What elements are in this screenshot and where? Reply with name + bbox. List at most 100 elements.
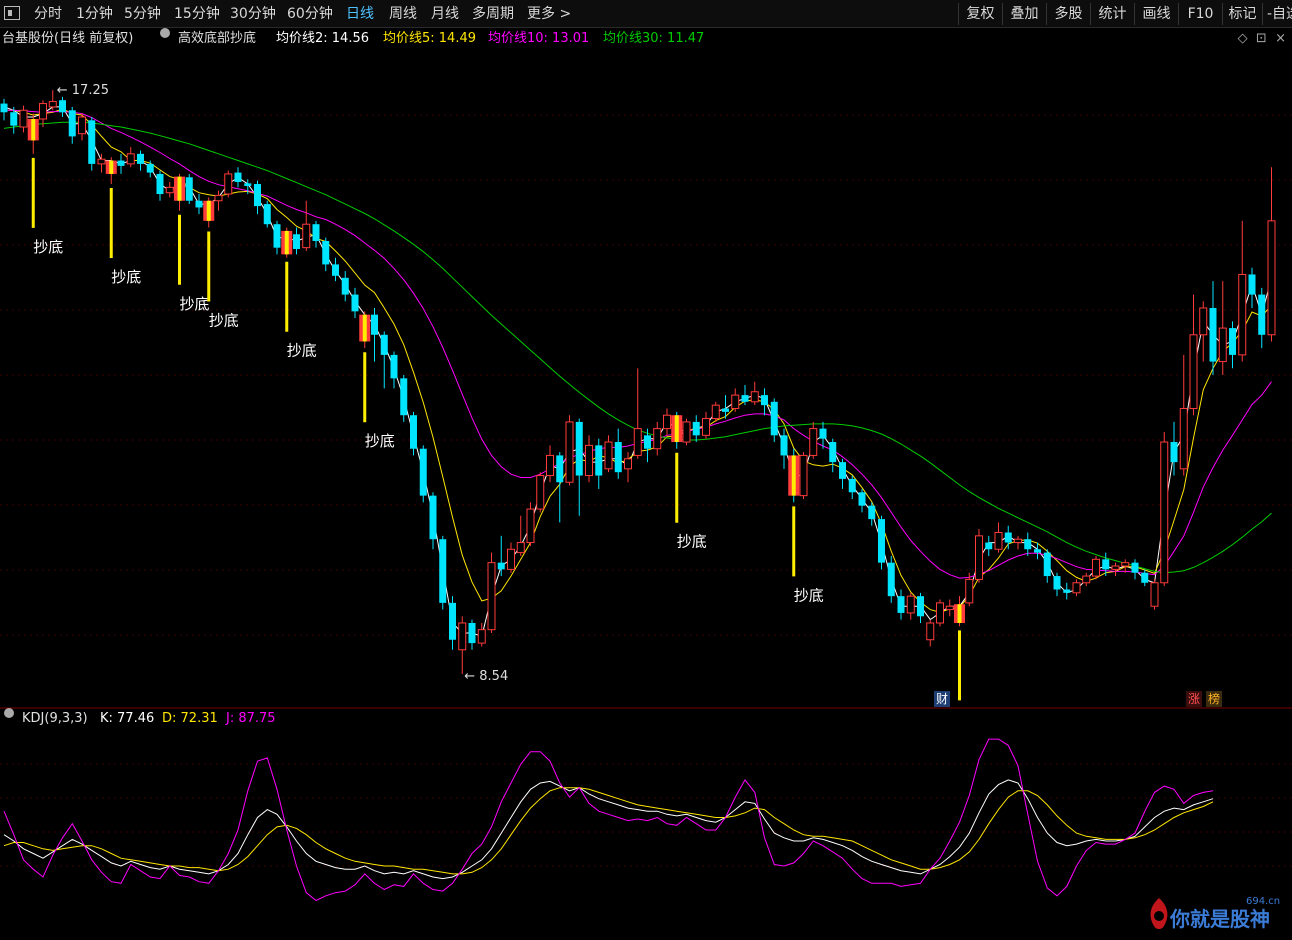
candle-body — [624, 458, 632, 470]
candle-body — [936, 602, 944, 624]
candle-body — [351, 294, 359, 312]
candlestick-chart: 抄底抄底抄底抄底抄底抄底抄底抄底抄底← 17.25← 8.54 — [0, 83, 1292, 709]
candle-body — [1072, 582, 1081, 594]
candle-body — [429, 495, 437, 540]
period-tab-more[interactable]: 更多 > — [527, 4, 571, 24]
candle-body — [1082, 575, 1091, 584]
period-tab-60min[interactable]: 60分钟 — [287, 4, 333, 24]
fuquan-button[interactable]: 复权 — [958, 3, 1002, 25]
candle-body — [761, 395, 768, 406]
kdj-j-value: J: 87.75 — [226, 711, 276, 726]
limit-up-badge[interactable]: 涨 — [1186, 691, 1203, 707]
candle-body — [682, 421, 691, 443]
period-tab-1min[interactable]: 1分钟 — [76, 4, 113, 24]
signal-label: 抄底 — [180, 295, 210, 313]
candle-body — [1004, 532, 1012, 543]
candle-body — [390, 354, 398, 379]
signal-label: 抄底 — [33, 238, 63, 256]
candle-body — [604, 441, 613, 470]
candle-body — [341, 277, 349, 295]
candle-body — [1092, 558, 1100, 577]
candle-body — [1024, 539, 1032, 550]
candle-body — [458, 622, 467, 651]
candle-body — [575, 421, 583, 476]
watermark-site: 694.cn — [1246, 896, 1281, 907]
candle-body — [185, 177, 193, 201]
candle-body — [497, 562, 505, 570]
candle-body — [1160, 441, 1169, 584]
candle-body — [799, 454, 808, 497]
candle-body — [487, 562, 496, 631]
period-toolbar: 分时 1分钟 5分钟 15分钟 30分钟 60分钟 日线 周线 月线 多周期 更… — [0, 0, 1292, 28]
candle-body — [0, 103, 8, 113]
candle-body — [224, 173, 233, 195]
close-icon[interactable]: × — [1275, 31, 1286, 46]
candle-body — [165, 186, 174, 194]
signal-candle-core — [284, 230, 289, 255]
signal-label: 抄底 — [287, 342, 317, 360]
candle-body — [68, 110, 76, 137]
candle-body — [1218, 327, 1227, 363]
ranking-badge[interactable]: 榜 — [1206, 691, 1223, 707]
signal-label: 抄底 — [794, 586, 824, 604]
multi-stock-button[interactable]: 多股 — [1046, 3, 1090, 25]
candle-body — [1267, 220, 1276, 336]
candle-body — [1131, 562, 1139, 573]
candle-body — [994, 532, 1003, 550]
candle-body — [273, 224, 281, 248]
candle-body — [1034, 549, 1041, 553]
candle-body — [711, 404, 720, 420]
diamond-icon[interactable]: ◇ — [1238, 31, 1248, 46]
stats-button[interactable]: 统计 — [1090, 3, 1134, 25]
period-tab-fenshi[interactable]: 分时 — [34, 4, 62, 24]
candle-body — [410, 415, 417, 449]
signal-label: 抄底 — [365, 432, 395, 450]
period-tab-daily[interactable]: 日线 — [346, 4, 374, 24]
candle-body — [722, 408, 729, 412]
watermark-text: 你就是股神 — [1170, 907, 1270, 931]
candle-body — [750, 391, 759, 403]
indicator-name: 高效底部抄底 — [178, 31, 257, 46]
candle-body — [770, 401, 778, 436]
period-tab-5min[interactable]: 5分钟 — [124, 4, 161, 24]
candle-body — [126, 153, 135, 165]
period-tab-15min[interactable]: 15分钟 — [174, 4, 220, 24]
candle-body — [78, 116, 86, 135]
candle-body — [702, 418, 710, 436]
menu-icon[interactable] — [4, 6, 20, 20]
candle-body — [868, 505, 876, 520]
candle-body — [322, 240, 330, 265]
candle-body — [1189, 334, 1198, 410]
signal-label: 抄底 — [209, 312, 239, 330]
period-tab-monthly[interactable]: 月线 — [431, 4, 459, 24]
candle-body — [1063, 589, 1071, 593]
candle-body — [293, 234, 300, 249]
candle-body — [439, 539, 447, 603]
signal-candle-core — [177, 176, 182, 201]
candle-body — [214, 194, 223, 202]
candle-body — [653, 428, 662, 450]
candle-body — [1248, 274, 1256, 295]
candle-body — [906, 595, 915, 614]
financial-badge[interactable]: 财 — [934, 691, 951, 707]
mark-button[interactable]: 标记 — [1222, 3, 1262, 25]
kdj-line-J — [3, 738, 1214, 902]
candle-body — [536, 475, 545, 510]
candle-body — [819, 428, 827, 439]
maximize-icon[interactable]: ⊡ — [1256, 31, 1267, 46]
candle-body — [1102, 559, 1110, 570]
period-tab-30min[interactable]: 30分钟 — [230, 4, 276, 24]
f10-button[interactable]: F10 — [1178, 3, 1222, 25]
period-tab-weekly[interactable]: 周线 — [389, 4, 417, 24]
period-tab-multi[interactable]: 多周期 — [472, 4, 514, 24]
overlay-button[interactable]: 叠加 — [1002, 3, 1046, 25]
candle-body — [1014, 538, 1022, 544]
candle-body — [254, 183, 261, 207]
draw-line-button[interactable]: 画线 — [1134, 3, 1178, 25]
candle-body — [1258, 294, 1266, 335]
candle-body — [244, 183, 252, 186]
candle-body — [663, 414, 671, 430]
watchlist-button[interactable]: -自选 — [1262, 3, 1292, 25]
candle-body — [48, 101, 57, 108]
candle-body — [137, 153, 144, 164]
